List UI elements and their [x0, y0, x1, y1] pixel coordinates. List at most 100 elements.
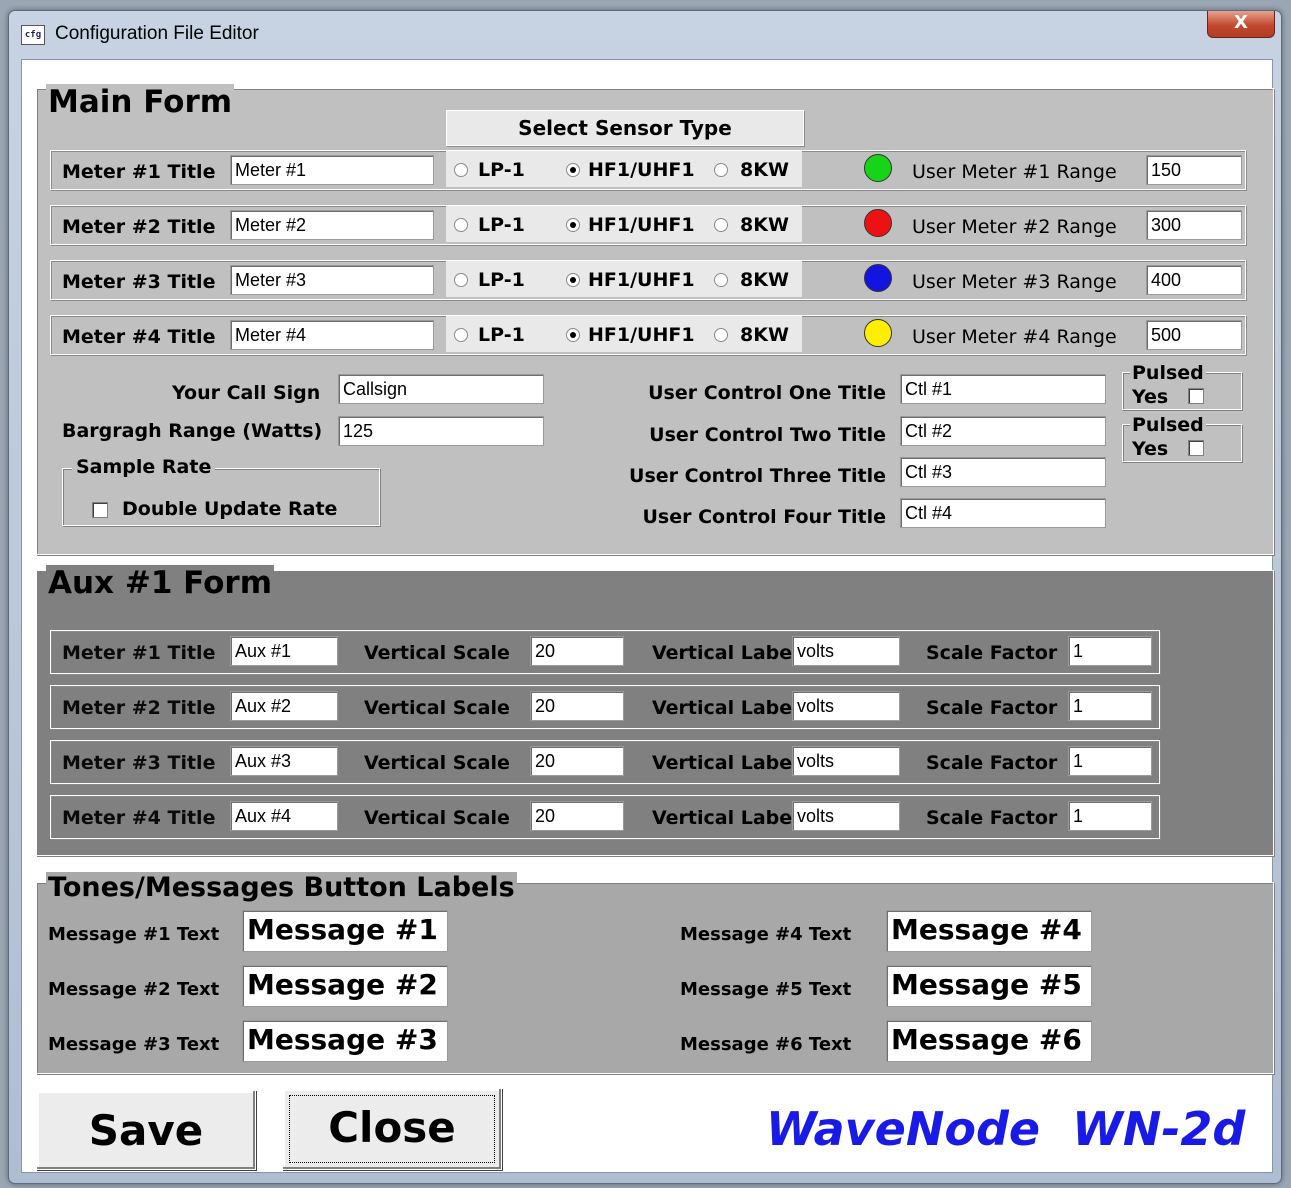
message-text-input[interactable]: Message #3 [242, 1020, 448, 1062]
message-text-input[interactable]: Message #1 [242, 910, 448, 952]
save-button[interactable]: Save [36, 1090, 256, 1170]
user-control-label: User Control Three Title [629, 465, 886, 487]
message-text-label: Message #4 Text [680, 924, 852, 945]
meter-title-label: Meter #2 Title [62, 216, 216, 238]
message-text-label: Message #6 Text [680, 1034, 852, 1055]
meter-indicator-dot [864, 319, 892, 347]
pulsed-yes-label-2: Yes [1132, 438, 1169, 460]
title-bar[interactable]: cfg Configuration File Editor X [9, 11, 1281, 55]
pulsed-legend-1: Pulsed [1130, 362, 1206, 384]
message-text-input[interactable]: Message #4 [886, 910, 1092, 952]
message-text-label: Message #5 Text [680, 979, 852, 1000]
double-update-checkbox[interactable] [92, 502, 108, 518]
scale-factor-input[interactable]: 1 [1068, 691, 1152, 721]
vertical-label-input[interactable]: volts [792, 746, 900, 776]
meter-indicator-dot [864, 264, 892, 292]
radio-hf1-uhf1-label[interactable]: HF1/UHF1 [588, 159, 695, 181]
scale-factor-input[interactable]: 1 [1068, 636, 1152, 666]
aux-title-input[interactable]: Aux #1 [230, 636, 338, 666]
close-window-button[interactable]: X [1207, 11, 1275, 38]
radio-lp1-label[interactable]: LP-1 [478, 214, 525, 236]
radio-lp1[interactable] [454, 328, 468, 342]
meter-title-label: Meter #4 Title [62, 326, 216, 348]
pulsed-checkbox-1[interactable] [1188, 388, 1204, 404]
user-meter-range-input[interactable]: 400 [1146, 265, 1242, 295]
sensor-type-header: Select Sensor Type [446, 110, 804, 146]
bargraph-range-input[interactable]: 125 [338, 416, 544, 446]
radio-hf1-uhf1-label[interactable]: HF1/UHF1 [588, 214, 695, 236]
message-text-input[interactable]: Message #6 [886, 1020, 1092, 1062]
aux-form-legend: Aux #1 Form [46, 565, 274, 601]
radio-8kw-label[interactable]: 8KW [740, 324, 789, 346]
user-meter-range-input[interactable]: 500 [1146, 320, 1242, 350]
user-control-input[interactable]: Ctl #2 [900, 416, 1106, 446]
vertical-label-input[interactable]: volts [792, 801, 900, 831]
radio-hf1-uhf1[interactable] [566, 273, 580, 287]
user-meter-range-label: User Meter #3 Range [912, 271, 1117, 293]
radio-8kw[interactable] [714, 163, 728, 177]
pulsed-legend-2: Pulsed [1130, 414, 1206, 436]
user-control-input[interactable]: Ctl #4 [900, 498, 1106, 528]
radio-lp1-label[interactable]: LP-1 [478, 324, 525, 346]
aux-title-input[interactable]: Aux #2 [230, 691, 338, 721]
radio-lp1[interactable] [454, 218, 468, 232]
radio-lp1[interactable] [454, 163, 468, 177]
message-text-input[interactable]: Message #2 [242, 965, 448, 1007]
double-update-label[interactable]: Double Update Rate [122, 498, 337, 520]
radio-8kw[interactable] [714, 273, 728, 287]
vertical-scale-input[interactable]: 20 [530, 636, 624, 666]
aux-title-input[interactable]: Aux #3 [230, 746, 338, 776]
radio-hf1-uhf1-label[interactable]: HF1/UHF1 [588, 269, 695, 291]
radio-8kw-label[interactable]: 8KW [740, 159, 789, 181]
meter-title-input[interactable]: Meter #2 [230, 210, 434, 240]
user-control-input[interactable]: Ctl #1 [900, 374, 1106, 404]
vertical-scale-label: Vertical Scale [364, 807, 510, 829]
meter-title-input[interactable]: Meter #4 [230, 320, 434, 350]
vertical-label-label: Vertical Label [652, 807, 799, 829]
meter-indicator-dot [864, 209, 892, 237]
bargraph-range-label: Bargragh Range (Watts) [62, 420, 323, 442]
radio-hf1-uhf1[interactable] [566, 218, 580, 232]
vertical-label-input[interactable]: volts [792, 691, 900, 721]
pulsed-checkbox-2[interactable] [1188, 440, 1204, 456]
user-meter-range-input[interactable]: 300 [1146, 210, 1242, 240]
user-control-label: User Control Two Title [649, 424, 886, 446]
radio-hf1-uhf1-label[interactable]: HF1/UHF1 [588, 324, 695, 346]
aux-title-label: Meter #2 Title [62, 697, 216, 719]
user-meter-range-label: User Meter #1 Range [912, 161, 1117, 183]
radio-hf1-uhf1[interactable] [566, 163, 580, 177]
vertical-scale-input[interactable]: 20 [530, 801, 624, 831]
user-control-label: User Control One Title [648, 382, 886, 404]
meter-title-input[interactable]: Meter #1 [230, 155, 434, 185]
message-text-input[interactable]: Message #5 [886, 965, 1092, 1007]
vertical-scale-label: Vertical Scale [364, 697, 510, 719]
call-sign-input[interactable]: Callsign [338, 374, 544, 404]
close-button[interactable]: Close [282, 1088, 502, 1170]
window-title: Configuration File Editor [55, 23, 259, 44]
radio-lp1-label[interactable]: LP-1 [478, 269, 525, 291]
client-area: Main Form Select Sensor Type Meter #1 Ti… [21, 59, 1274, 1173]
vertical-scale-input[interactable]: 20 [530, 746, 624, 776]
user-control-input[interactable]: Ctl #3 [900, 457, 1106, 487]
scale-factor-label: Scale Factor [926, 642, 1058, 664]
vertical-label-label: Vertical Label [652, 697, 799, 719]
radio-8kw[interactable] [714, 218, 728, 232]
scale-factor-input[interactable]: 1 [1068, 801, 1152, 831]
meter-title-input[interactable]: Meter #3 [230, 265, 434, 295]
radio-8kw-label[interactable]: 8KW [740, 269, 789, 291]
aux-title-input[interactable]: Aux #4 [230, 801, 338, 831]
scale-factor-input[interactable]: 1 [1068, 746, 1152, 776]
vertical-scale-input[interactable]: 20 [530, 691, 624, 721]
vertical-label-input[interactable]: volts [792, 636, 900, 666]
app-icon: cfg [21, 25, 45, 45]
radio-lp1-label[interactable]: LP-1 [478, 159, 525, 181]
vertical-scale-label: Vertical Scale [364, 752, 510, 774]
vertical-scale-label: Vertical Scale [364, 642, 510, 664]
user-meter-range-input[interactable]: 150 [1146, 155, 1242, 185]
radio-8kw[interactable] [714, 328, 728, 342]
scale-factor-label: Scale Factor [926, 752, 1058, 774]
radio-8kw-label[interactable]: 8KW [740, 214, 789, 236]
radio-hf1-uhf1[interactable] [566, 328, 580, 342]
message-text-label: Message #1 Text [48, 924, 220, 945]
radio-lp1[interactable] [454, 273, 468, 287]
